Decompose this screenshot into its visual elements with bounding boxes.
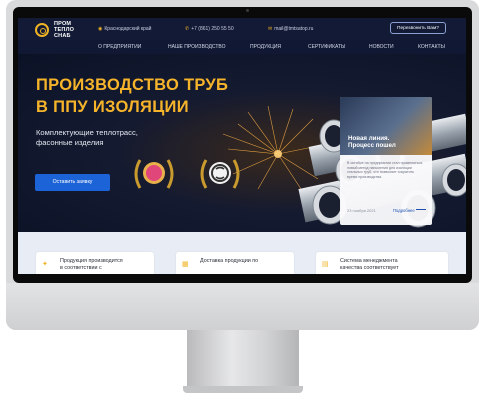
feature-text: Система менеджмента качества соответству… [340, 258, 440, 271]
feature-line: Система менеджмента [340, 258, 398, 264]
feature-text: Доставка продукции по [200, 258, 300, 265]
hero-title-line: ПРОИЗВОДСТВО ТРУБ [36, 76, 229, 94]
hero-title: ПРОИЗВОДСТВО ТРУБ В ППУ ИЗОЛЯЦИИ [36, 74, 228, 118]
phone-link[interactable]: ✆ +7 (861) 250 55 50 [185, 26, 234, 32]
feature-line: в соответствии с [60, 264, 102, 271]
email-link[interactable]: ✉ mail@tmtsatop.ru [268, 26, 313, 32]
news-card-more-link[interactable]: Подробнее [393, 208, 415, 213]
features-section: ✦ Продукция производится в соответствии … [18, 232, 466, 274]
nav-item-about[interactable]: О ПРЕДПРИЯТИИ [98, 44, 141, 50]
feature-card: ▤ Система менеджмента качества соответст… [316, 252, 448, 274]
logo-line: СНАБ [54, 32, 71, 39]
certificate-seal-icon [200, 159, 240, 189]
hero-banner: ПРОИЗВОДСТВО ТРУБ В ППУ ИЗОЛЯЦИИ Комплек… [18, 54, 466, 232]
email-label: mail@tmtsatop.ru [274, 26, 314, 32]
nav-item-news[interactable]: НОВОСТИ [369, 44, 394, 50]
phone-label: +7 (861) 250 55 50 [191, 26, 234, 32]
news-title-line: Процесс пошел [348, 142, 396, 150]
main-nav: О ПРЕДПРИЯТИИ НАШЕ ПРОИЗВОДСТВО ПРОДУКЦИ… [18, 40, 466, 54]
site-header: ПРОМ ТЕПЛО СНАБ ◉ Краснодарский край ✆ +7 … [18, 18, 466, 40]
mail-icon: ✉ [268, 26, 273, 32]
nav-item-products[interactable]: ПРОДУКЦИЯ [250, 44, 281, 50]
news-card[interactable]: Новая линия. Процесс пошел В октябре на … [340, 97, 432, 225]
hero-subtitle: Комплектующие теплотрасс, фасонные издел… [36, 128, 156, 148]
arrow-right-icon [416, 209, 426, 210]
monitor-chin [6, 283, 479, 330]
region-selector[interactable]: ◉ Краснодарский край [98, 26, 151, 32]
request-button[interactable]: Оставить заявку [35, 174, 110, 191]
badge-icon: ✦ [42, 261, 48, 268]
news-card-title: Новая линия. Процесс пошел [348, 135, 418, 149]
website-screen: ПРОМ ТЕПЛО СНАБ ◉ Краснодарский край ✆ +7 … [18, 18, 466, 274]
feature-card: ✦ Продукция производится в соответствии … [36, 252, 154, 274]
camera-icon [246, 9, 249, 12]
region-label: Краснодарский край [104, 26, 152, 32]
hero-subtitle-line: Комплектующие теплотрасс, [36, 128, 138, 137]
callback-button[interactable]: Перезвонить Вам? [390, 22, 446, 34]
news-title-line: Новая линия. [348, 135, 390, 142]
location-icon: ◉ [98, 26, 103, 32]
hero-title-line: В ППУ ИЗОЛЯЦИИ [36, 98, 189, 116]
monitor-foot [183, 386, 303, 393]
feature-line: качества соответствует [340, 264, 399, 271]
news-card-text: В октябре на предприятии стал применятьс… [347, 161, 423, 179]
news-card-date: 23 ноября 2021 [347, 208, 376, 213]
feature-line: Продукция производится [60, 258, 123, 264]
nav-item-contacts[interactable]: КОНТАКТЫ [418, 44, 445, 50]
feature-text: Продукция производится в соответствии с [60, 258, 160, 271]
monitor-stand [187, 330, 299, 392]
nav-item-production[interactable]: НАШЕ ПРОИЗВОДСТВО [168, 44, 225, 50]
feature-card: ▦ Доставка продукции по [176, 252, 294, 274]
award-medal-icon [134, 159, 174, 189]
quality-icon: ▤ [322, 261, 329, 268]
hero-subtitle-line: фасонные изделия [36, 138, 104, 147]
logo-icon[interactable] [35, 23, 49, 37]
logo-text[interactable]: ПРОМ ТЕПЛО СНАБ [54, 21, 94, 39]
nav-item-certificates[interactable]: СЕРТИФИКАТЫ [308, 44, 345, 50]
feature-line: Доставка продукции по [200, 258, 259, 264]
phone-icon: ✆ [185, 26, 190, 32]
truck-icon: ▦ [182, 261, 189, 268]
